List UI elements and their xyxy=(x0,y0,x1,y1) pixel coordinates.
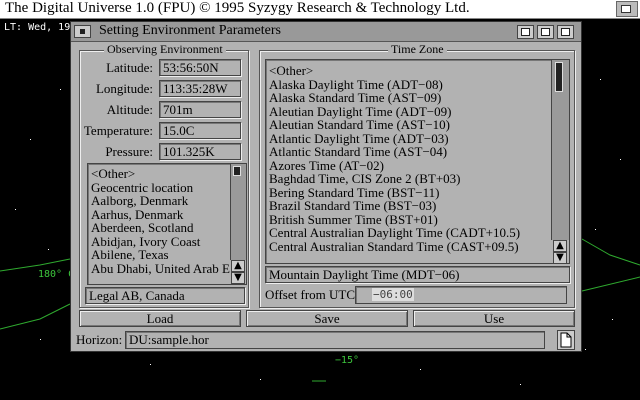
location-list-item[interactable]: Abu Dhabi, United Arab E xyxy=(88,261,246,276)
load-button[interactable]: Load xyxy=(79,310,241,327)
location-list-item[interactable]: Abidjan, Ivory Coast xyxy=(88,234,246,249)
save-button[interactable]: Save xyxy=(246,310,408,327)
use-button-label: Use xyxy=(483,311,505,326)
pressure-label: Pressure: xyxy=(105,144,153,159)
screen-title: The Digital Universe 1.0 (FPU) © 1995 Sy… xyxy=(5,0,470,16)
dialog-title: Setting Environment Parameters xyxy=(99,23,281,38)
location-list-item[interactable]: Aarhus, Denmark xyxy=(88,207,246,222)
screen-depth-gadget-icon[interactable] xyxy=(616,1,638,17)
time-zone-list-item[interactable]: Atlantic Standard Time (AST−04) xyxy=(266,145,569,159)
altitude-label: Altitude: xyxy=(106,102,153,117)
location-list-item[interactable]: Abilene, Texas xyxy=(88,248,246,262)
temperature-label: Temperature: xyxy=(83,123,153,138)
location-list-item[interactable]: Aalborg, Denmark xyxy=(88,194,246,208)
time-zone-list-item[interactable]: Baghdad Time, CIS Zone 2 (BT+03) xyxy=(266,172,569,186)
time-zone-list-item[interactable]: Central Australian Daylight Time (CADT+1… xyxy=(266,226,569,240)
location-list-item[interactable]: Aberdeen, Scotland xyxy=(88,221,246,235)
location-list: <Other> Geocentric location Aalborg, Denma… xyxy=(88,164,246,275)
selected-time-zone-display: Mountain Daylight Time (MDT−06) xyxy=(265,266,570,283)
depth-gadget-icon[interactable] xyxy=(517,25,534,39)
dialog-titlebar[interactable]: Setting Environment Parameters xyxy=(71,22,581,42)
selected-location-display: Legal AB, Canada xyxy=(85,287,245,304)
utc-offset-input[interactable]: −06:00 xyxy=(355,286,567,304)
file-requester-button[interactable] xyxy=(557,330,575,350)
longitude-field[interactable]: 113:35:28W xyxy=(159,80,241,97)
time-zone-list-item[interactable]: Alaska Standard Time (AST−09) xyxy=(266,91,569,105)
longitude-label: Longitude: xyxy=(95,81,153,96)
pressure-field[interactable]: 101.325K xyxy=(159,143,241,160)
sky-elevation-label: −15° xyxy=(335,355,360,366)
screen-title-bar[interactable]: The Digital Universe 1.0 (FPU) © 1995 Sy… xyxy=(0,0,640,19)
file-icon xyxy=(560,332,572,348)
use-button[interactable]: Use xyxy=(413,310,575,327)
latitude-field[interactable]: 53:56:50N xyxy=(159,59,241,76)
load-button-label: Load xyxy=(146,311,174,326)
horizon-label: Horizon: xyxy=(76,332,123,347)
time-zone-list-item[interactable]: Aleutian Daylight Time (ADT−09) xyxy=(266,104,569,119)
location-list-item[interactable]: <Other> xyxy=(88,167,246,181)
iconify-gadget-icon[interactable] xyxy=(557,25,574,39)
utc-offset-value: −06:00 xyxy=(372,288,414,301)
time-zone-list: <Other> Alaska Daylight Time (ADT−08) Alas… xyxy=(266,60,569,253)
time-zone-list-item[interactable]: Brazil Standard Time (BST−03) xyxy=(266,199,569,213)
environment-dialog: Setting Environment Parameters Observing… xyxy=(70,21,582,352)
location-scrollbar[interactable] xyxy=(230,164,246,260)
time-zone-listbox[interactable]: <Other> Alaska Daylight Time (ADT−08) Alas… xyxy=(265,59,570,264)
latitude-label: Latitude: xyxy=(106,60,153,75)
save-button-label: Save xyxy=(314,311,340,326)
time-zone-scroll-knob[interactable] xyxy=(555,62,563,92)
time-zone-list-item[interactable]: Central Australian Standard Time (CAST+0… xyxy=(266,239,569,254)
location-scroll-up-icon[interactable]: ▲ xyxy=(231,260,245,272)
time-zone-list-item[interactable]: British Summer Time (BST+01) xyxy=(266,212,569,227)
observing-group-title: Observing Environment xyxy=(104,42,226,57)
time-zone-scrollbar[interactable] xyxy=(551,60,569,240)
time-zone-list-item[interactable]: Aleutian Standard Time (AST−10) xyxy=(266,118,569,132)
time-zone-group-title: Time Zone xyxy=(388,42,447,57)
local-time-readout: LT: Wed, 19 xyxy=(4,22,71,33)
sky-coordinate-label: 180° C xyxy=(38,269,75,280)
time-zone-list-item[interactable]: Alaska Daylight Time (ADT−08) xyxy=(266,77,569,92)
zoom-gadget-icon[interactable] xyxy=(537,25,554,39)
time-zone-scroll-up-icon[interactable]: ▲ xyxy=(553,240,567,252)
location-scroll-knob[interactable] xyxy=(233,166,241,176)
offset-label: Offset from UTC: xyxy=(265,287,359,302)
time-zone-list-item[interactable]: Azores Time (AT−02) xyxy=(266,158,569,173)
time-zone-scroll-down-icon[interactable]: ▼ xyxy=(553,252,567,263)
time-zone-list-item[interactable]: Atlantic Daylight Time (ADT−03) xyxy=(266,131,569,146)
location-list-item[interactable]: Geocentric location xyxy=(88,180,246,195)
time-zone-list-item[interactable]: <Other> xyxy=(266,64,569,78)
temperature-field[interactable]: 15.0C xyxy=(159,122,241,139)
location-listbox[interactable]: <Other> Geocentric location Aalborg, Denma… xyxy=(87,163,247,285)
close-icon[interactable] xyxy=(74,25,91,38)
altitude-field[interactable]: 701m xyxy=(159,101,241,118)
time-zone-list-item[interactable]: Bering Standard Time (BST−11) xyxy=(266,185,569,200)
horizon-file-field[interactable]: DU:sample.hor xyxy=(125,331,545,349)
location-scroll-down-icon[interactable]: ▼ xyxy=(231,272,245,284)
